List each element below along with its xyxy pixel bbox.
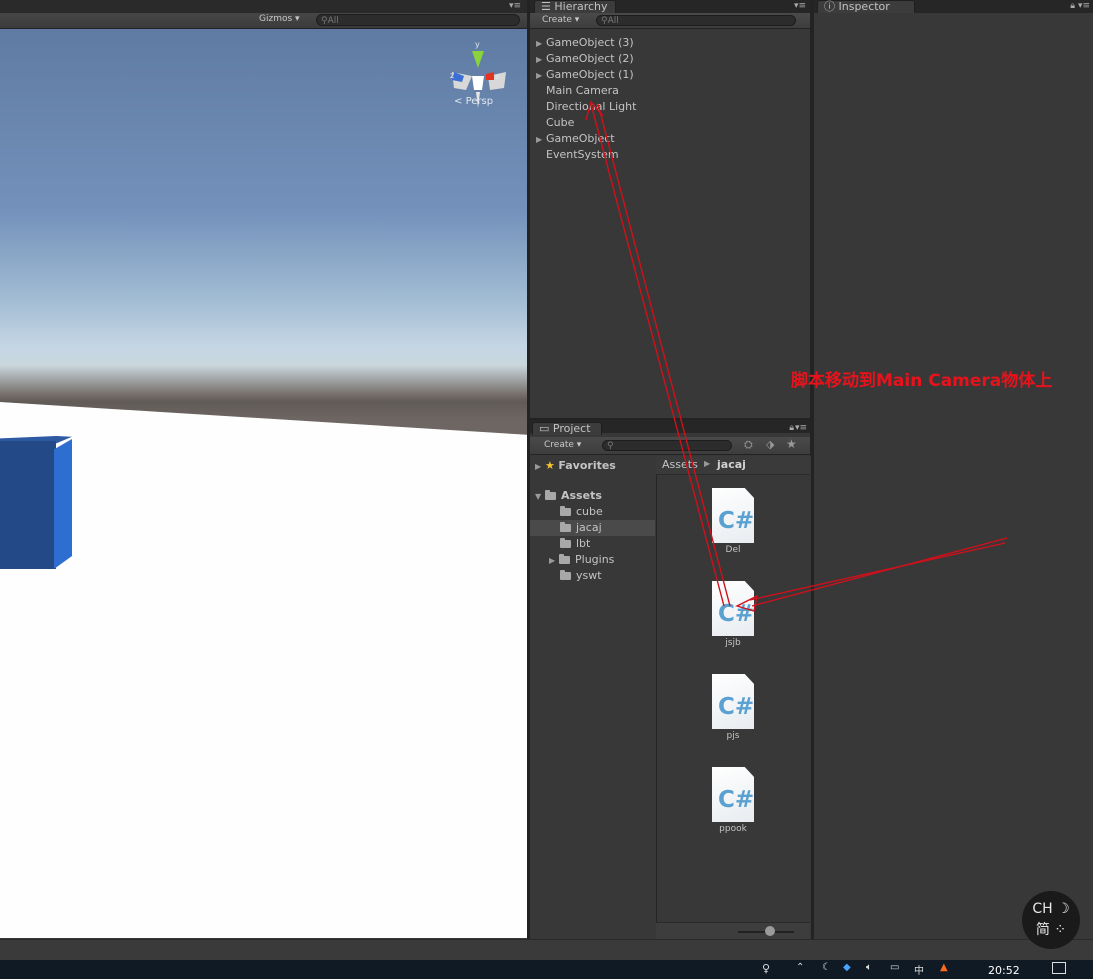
chevron-up-icon[interactable]: ⌃ [796,962,804,973]
volume-icon[interactable]: 🔈︎ [866,962,872,973]
ime-floating-widget[interactable]: CH ☽ 简 ⁘ [1022,891,1080,949]
network-icon[interactable]: ☾ [822,962,831,973]
grid-icon: ⁘ [1054,922,1067,938]
ime-tray-icon[interactable]: 中 [914,962,924,977]
notification-icon[interactable]: ▭ [890,962,899,973]
ime-mode[interactable]: 简 ⁘ [1022,919,1080,939]
people-icon[interactable]: ♀ [762,962,770,975]
ime-language[interactable]: CH ☽ [1022,901,1080,917]
status-bar [0,939,1093,961]
taskbar-clock[interactable]: 20:52 [988,964,1020,977]
moon-icon: ☽ [1057,901,1070,917]
os-taskbar: ♀ ⌃ ☾ ◆ 🔈︎ ▭ 中 ▲ [0,960,1093,979]
tray-app-icon[interactable]: ▲ [940,962,948,973]
annotation-arrows [585,100,1008,612]
app-tray-icon[interactable]: ◆ [843,962,851,973]
action-center-icon[interactable] [1052,962,1066,974]
annotation-text: 脚本移动到Main Camera物体上 [791,371,1053,391]
